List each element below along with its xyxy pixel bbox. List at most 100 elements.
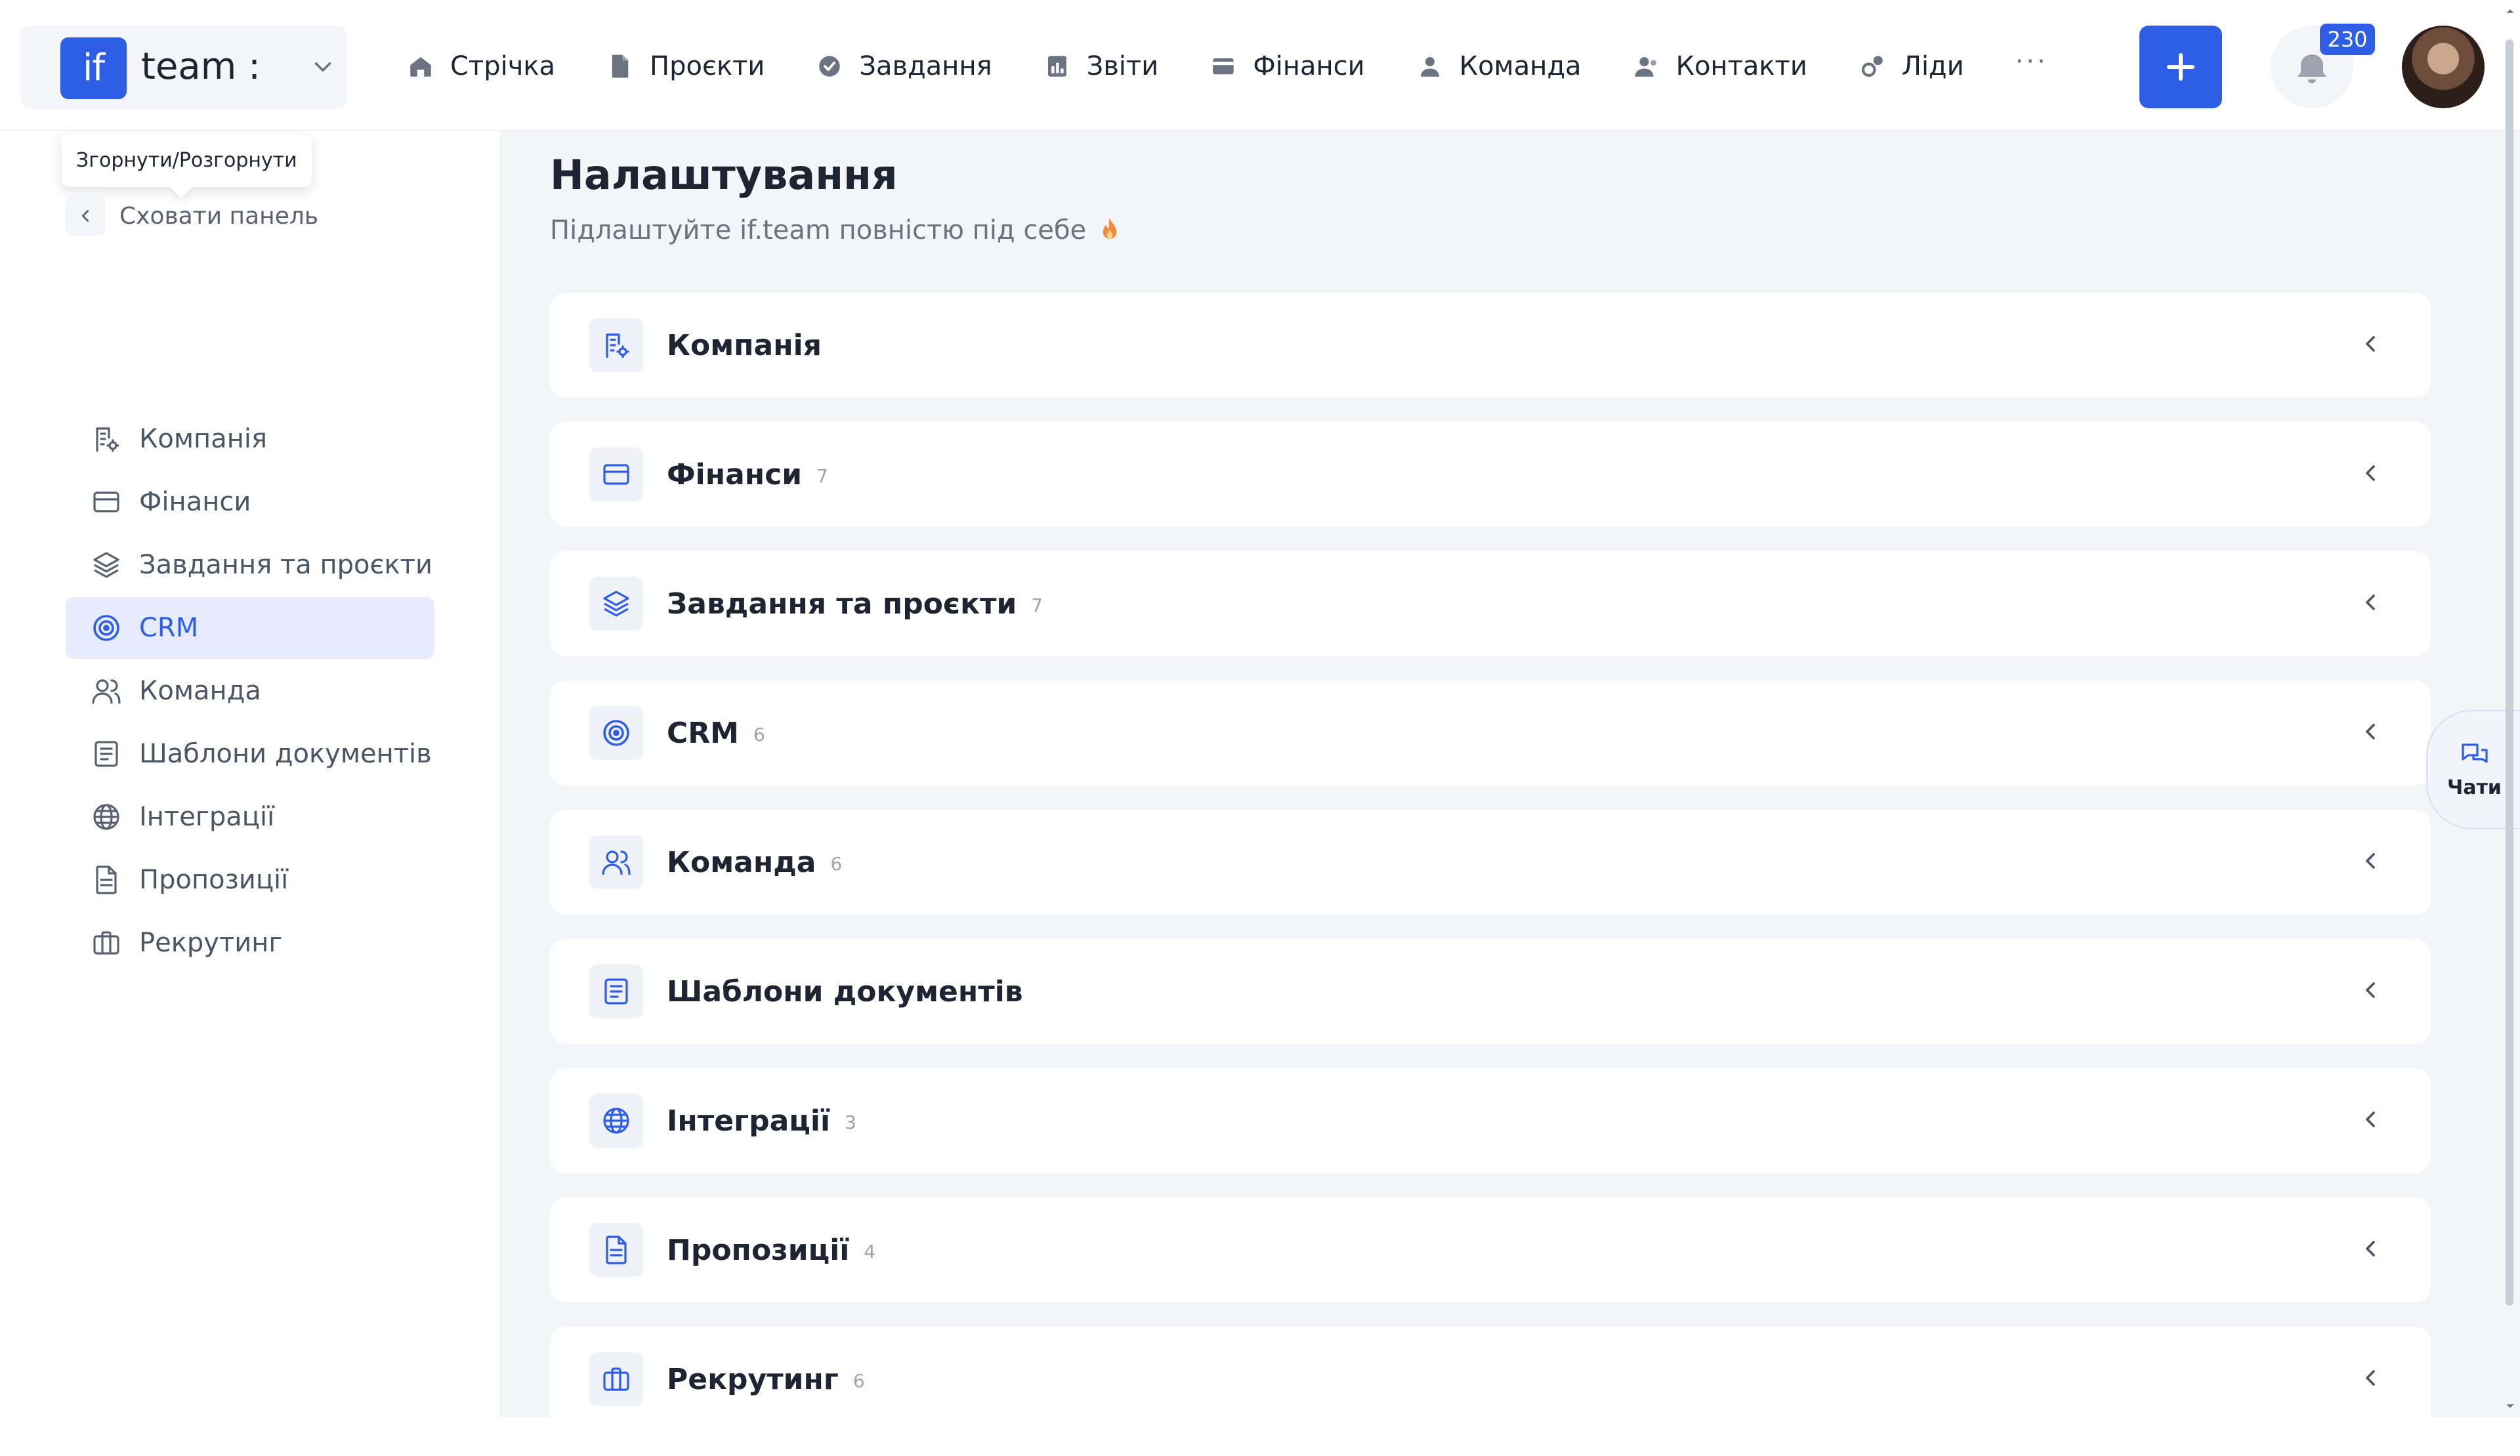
top-bar: if team : Стрічка Проєкти Завдання Звіти… [0, 0, 2520, 131]
sidebar-item-integrations[interactable]: Інтеграції [66, 786, 434, 848]
nav-item-reports[interactable]: Звіти [1043, 51, 1159, 81]
chevron-left-icon [2357, 718, 2384, 745]
sidebar-item-crm[interactable]: CRM [66, 597, 434, 659]
sidebar-item-team[interactable]: Команда [66, 660, 434, 722]
section-crm[interactable]: CRM 6 [550, 680, 2431, 785]
nav-item-label: Ліди [1901, 51, 1964, 81]
nav-item-label: Контакти [1675, 51, 1807, 81]
company-settings-icon [589, 318, 643, 372]
section-document-templates[interactable]: Шаблони документів [550, 939, 2431, 1044]
wallet-icon [1209, 52, 1237, 80]
nav-item-finance[interactable]: Фінанси [1209, 51, 1365, 81]
section-recruiting[interactable]: Рекрутинг 6 [550, 1327, 2431, 1432]
section-title: Пропозиції [667, 1233, 850, 1267]
create-button[interactable] [2139, 26, 2222, 108]
sidebar-item-label: Команда [139, 676, 261, 706]
nav-item-leads[interactable]: Ліди [1858, 51, 1964, 81]
document-icon [606, 52, 634, 80]
contacts-icon [1633, 52, 1660, 80]
nav-item-label: Звіти [1086, 51, 1159, 81]
page-subtitle-text: Підлаштуйте if.team повністю під себе [550, 215, 1087, 245]
sidebar-item-finance[interactable]: Фінанси [66, 471, 434, 533]
users-icon [589, 835, 643, 889]
chevron-left-icon [81, 210, 89, 222]
credit-card-icon [91, 486, 122, 518]
chevron-left-icon [2357, 848, 2384, 874]
nav-item-label: Проєкти [650, 51, 765, 81]
users-icon [91, 675, 122, 707]
nav-item-projects[interactable]: Проєкти [606, 51, 765, 81]
brand-name: team : [141, 45, 261, 88]
sidebar-item-label: Інтеграції [139, 802, 275, 832]
fire-icon [1098, 216, 1122, 245]
section-finance[interactable]: Фінанси 7 [550, 422, 2431, 527]
credit-card-icon [589, 447, 643, 501]
sidebar-item-label: Компанія [139, 424, 268, 454]
section-proposals[interactable]: Пропозиції 4 [550, 1197, 2431, 1302]
sidebar-item-tasks-projects[interactable]: Завдання та проєкти [66, 534, 434, 596]
sidebar-item-label: Рекрутинг [139, 928, 283, 958]
document-template-icon [91, 738, 122, 770]
user-icon [1416, 52, 1444, 80]
nav-item-label: Фінанси [1253, 51, 1365, 81]
nav-item-team[interactable]: Команда [1416, 51, 1582, 81]
brand-logo: if [60, 37, 127, 99]
page-subtitle: Підлаштуйте if.team повністю під себе [550, 215, 1122, 245]
section-team[interactable]: Команда 6 [550, 810, 2431, 915]
section-title: Команда [667, 845, 816, 879]
workspace-switcher[interactable]: if team : [20, 26, 347, 109]
hide-panel-label: Сховати панель [119, 202, 319, 230]
section-title: Рекрутинг [667, 1362, 839, 1396]
section-count: 6 [753, 723, 765, 745]
sidebar-item-label: Фінанси [139, 487, 251, 517]
settings-menu: Компанія Фінанси Завдання та проєкти CRM… [66, 408, 434, 975]
scroll-up-arrow[interactable] [2503, 4, 2517, 18]
briefcase-icon [589, 1352, 643, 1406]
sidebar-item-company[interactable]: Компанія [66, 408, 434, 470]
layers-icon [589, 577, 643, 631]
nav-more-button[interactable]: ··· [2015, 47, 2048, 77]
sidebar-item-document-templates[interactable]: Шаблони документів [66, 723, 434, 785]
settings-sidebar: Компанія Фінанси Завдання та проєкти CRM… [0, 131, 501, 1417]
section-company[interactable]: Компанія [550, 293, 2431, 398]
section-count: 7 [1031, 594, 1043, 616]
section-title: Інтеграції [667, 1104, 831, 1138]
nav-item-label: Стрічка [450, 51, 556, 81]
sidebar-item-label: Завдання та проєкти [139, 550, 432, 580]
target-icon [91, 612, 122, 644]
nav-item-tasks[interactable]: Завдання [816, 51, 992, 81]
sidebar-item-proposals[interactable]: Пропозиції [66, 849, 434, 911]
chevron-left-icon [2357, 1365, 2384, 1391]
chat-bubbles-icon [2461, 743, 2488, 763]
page-title: Налаштування [550, 151, 898, 199]
file-text-icon [91, 864, 122, 896]
scrollbar-thumb[interactable] [2506, 39, 2513, 1306]
chevron-left-icon [2357, 1106, 2384, 1133]
section-integrations[interactable]: Інтеграції 3 [550, 1068, 2431, 1173]
chevron-down-icon [309, 53, 337, 81]
section-count: 3 [845, 1111, 856, 1133]
chats-label: Чати [2447, 776, 2502, 799]
target-icon [589, 706, 643, 760]
user-avatar[interactable] [2402, 26, 2485, 108]
company-settings-icon [91, 423, 122, 455]
hide-panel-button[interactable] [66, 196, 105, 236]
plus-icon [2167, 53, 2194, 81]
scroll-down-arrow[interactable] [2503, 1399, 2517, 1413]
main-nav: Стрічка Проєкти Завдання Звіти Фінанси К… [407, 38, 2048, 94]
section-title: Фінанси [667, 457, 803, 491]
collapse-tooltip: Згорнути/Розгорнути [62, 135, 312, 187]
chevron-left-icon [2357, 977, 2384, 1003]
section-title: Компанія [667, 328, 822, 362]
sidebar-item-recruiting[interactable]: Рекрутинг [66, 912, 434, 974]
nav-item-label: Завдання [859, 51, 992, 81]
nav-item-contacts[interactable]: Контакти [1633, 51, 1807, 81]
hide-panel-toggle[interactable]: Сховати панель [66, 196, 318, 236]
section-count: 6 [830, 852, 843, 875]
nav-item-feed[interactable]: Стрічка [407, 51, 555, 81]
file-text-icon [589, 1223, 643, 1277]
check-circle-icon [816, 52, 843, 80]
section-tasks-projects[interactable]: Завдання та проєкти 7 [550, 551, 2431, 656]
report-icon [1043, 52, 1071, 80]
globe-icon [91, 801, 122, 833]
